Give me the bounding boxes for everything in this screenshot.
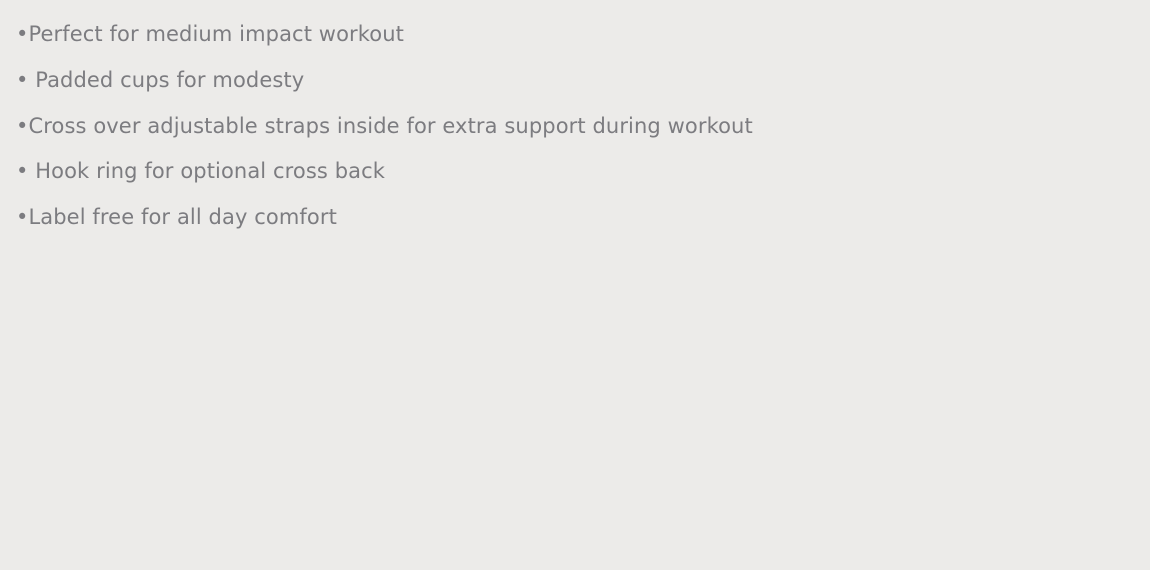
feature-item: • Padded cups for modesty — [16, 67, 305, 92]
product-description: •Perfect for medium impact workout • Pad… — [0, 0, 1150, 570]
feature-item: •Label free for all day comfort — [16, 205, 337, 230]
feature-item: •Perfect for medium impact workout — [16, 22, 404, 46]
feature-item: • Hook ring for optional cross back — [16, 159, 386, 184]
feature-item: •Cross over adjustable straps inside for… — [16, 113, 753, 138]
feature-list: •Perfect for medium impact workout • Pad… — [16, 18, 1150, 234]
